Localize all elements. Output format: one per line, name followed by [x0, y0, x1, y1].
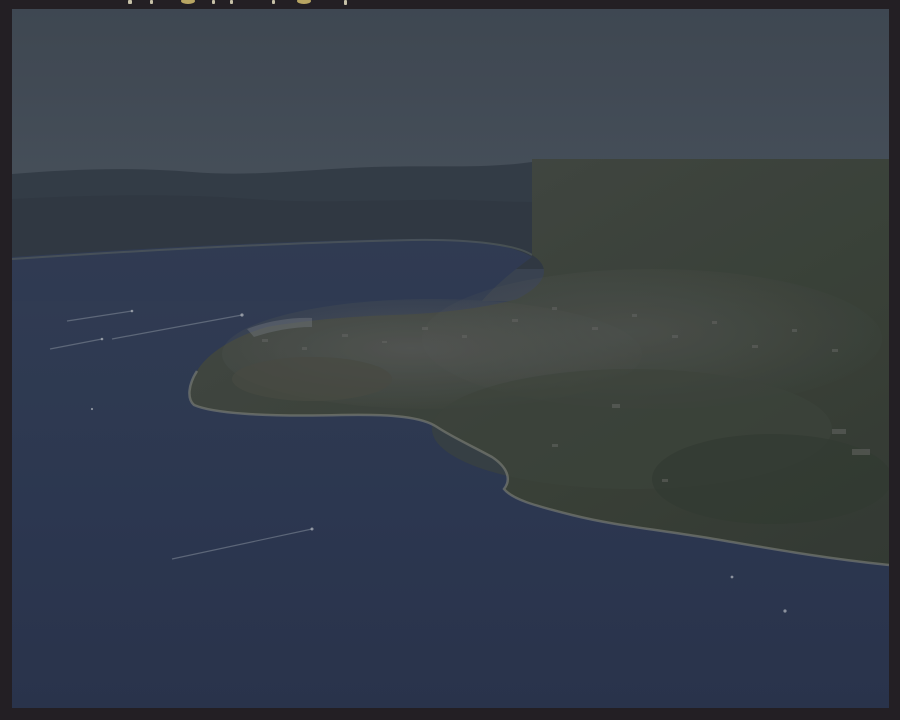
aerial-photo: [12, 9, 889, 708]
film-frame: [0, 0, 900, 720]
film-edge-markings: [126, 0, 366, 8]
